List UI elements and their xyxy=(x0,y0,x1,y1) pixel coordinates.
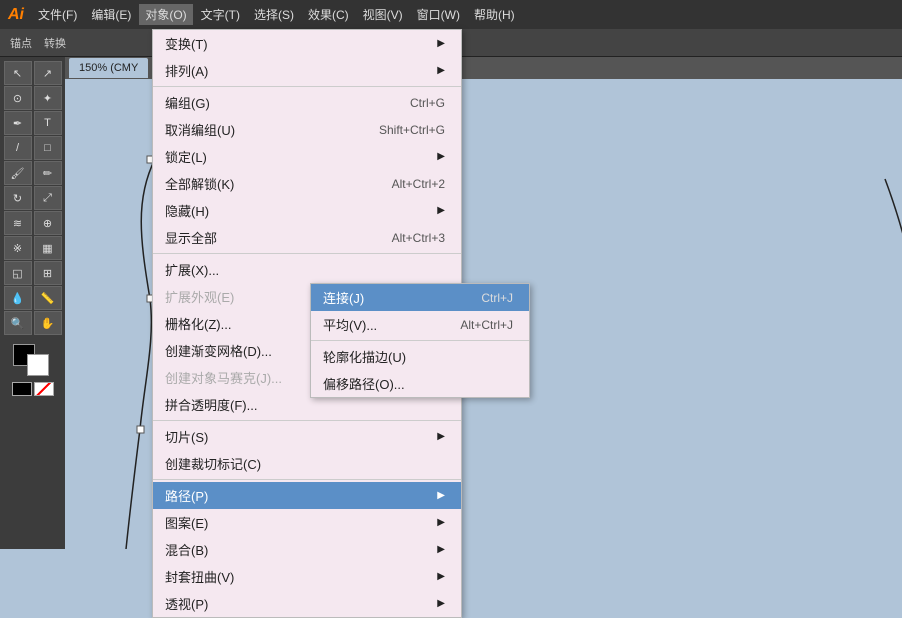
toolbar-transform: 转换 xyxy=(40,33,70,53)
arrow-icon: ▶ xyxy=(437,490,445,501)
tool-paintbrush[interactable]: 🖌 xyxy=(4,161,32,185)
menu-item-expand[interactable]: 扩展(X)... xyxy=(153,256,461,283)
arrow-icon: ▶ xyxy=(437,598,445,609)
menu-object[interactable]: 对象(O) xyxy=(139,4,192,25)
tool-rect[interactable]: □ xyxy=(34,136,62,160)
canvas-tab[interactable]: 150% (CMY xyxy=(69,58,148,78)
background-swatch[interactable] xyxy=(27,354,49,376)
arrow-icon: ▶ xyxy=(437,431,445,442)
title-bar: Ai 文件(F) 编辑(E) 对象(O) 文字(T) 选择(S) 效果(C) 视… xyxy=(0,0,902,29)
tool-blend[interactable]: ⊕ xyxy=(34,211,62,235)
tool-text[interactable]: T xyxy=(34,111,62,135)
menu-help[interactable]: 帮助(H) xyxy=(468,4,521,25)
menu-item-arrange[interactable]: 排列(A) ▶ xyxy=(153,57,461,84)
submenu-item-outline-stroke[interactable]: 轮廓化描边(U) xyxy=(311,343,529,370)
menu-item-envelope-distort[interactable]: 封套扭曲(V) ▶ xyxy=(153,563,461,590)
menu-file[interactable]: 文件(F) xyxy=(32,4,83,25)
tool-gradient[interactable]: ◱ xyxy=(4,261,32,285)
tool-hand[interactable]: ✋ xyxy=(34,311,62,335)
menu-edit[interactable]: 编辑(E) xyxy=(85,4,137,25)
tool-lasso[interactable]: ⊙ xyxy=(4,86,32,110)
arrow-icon: ▶ xyxy=(437,571,445,582)
menu-item-lock[interactable]: 锁定(L) ▶ xyxy=(153,143,461,170)
menu-view[interactable]: 视图(V) xyxy=(357,4,409,25)
menu-item-path[interactable]: 路径(P) ▶ xyxy=(153,482,461,509)
toolbar-anchor: 锚点 xyxy=(6,33,36,53)
arrow-icon: ▶ xyxy=(437,517,445,528)
menu-item-blend[interactable]: 混合(B) ▶ xyxy=(153,536,461,563)
divider-3 xyxy=(153,420,461,421)
arrow-icon: ▶ xyxy=(437,151,445,162)
arrow-icon: ▶ xyxy=(437,205,445,216)
menu-item-slice[interactable]: 切片(S) ▶ xyxy=(153,423,461,450)
submenu-item-join[interactable]: 连接(J) Ctrl+J xyxy=(311,284,529,311)
tool-warp[interactable]: ≋ xyxy=(4,211,32,235)
menu-item-unlock-all[interactable]: 全部解锁(K) Alt+Ctrl+2 xyxy=(153,170,461,197)
submenu-divider-1 xyxy=(311,340,529,341)
divider-2 xyxy=(153,253,461,254)
menu-text[interactable]: 文字(T) xyxy=(195,4,246,25)
tool-pen[interactable]: ✒ xyxy=(4,111,32,135)
tool-rotate[interactable]: ↻ xyxy=(4,186,32,210)
menu-item-hide[interactable]: 隐藏(H) ▶ xyxy=(153,197,461,224)
divider-4 xyxy=(153,479,461,480)
menu-item-transform[interactable]: 变换(T) ▶ xyxy=(153,30,461,57)
menu-effect[interactable]: 效果(C) xyxy=(302,4,355,25)
arrow-icon: ▶ xyxy=(437,38,445,49)
menu-item-pattern[interactable]: 图案(E) ▶ xyxy=(153,509,461,536)
menu-select[interactable]: 选择(S) xyxy=(248,4,300,25)
tool-pencil[interactable]: ✏ xyxy=(34,161,62,185)
tool-select[interactable]: ↖ xyxy=(4,61,32,85)
menu-bar: 文件(F) 编辑(E) 对象(O) 文字(T) 选择(S) 效果(C) 视图(V… xyxy=(32,4,521,25)
tool-column[interactable]: ▦ xyxy=(34,236,62,260)
fill-none-swatch[interactable] xyxy=(12,382,32,396)
stroke-none-swatch[interactable] xyxy=(34,382,54,396)
tool-magic-wand[interactable]: ✦ xyxy=(34,86,62,110)
menu-item-create-slice[interactable]: 创建裁切标记(C) xyxy=(153,450,461,477)
menu-item-group[interactable]: 编组(G) Ctrl+G xyxy=(153,89,461,116)
left-panel: ↖ ↗ ⊙ ✦ ✒ T / □ 🖌 ✏ ↻ ⤢ ≋ ⊕ ※ ▦ ◱ ⊞ 💧 📏 … xyxy=(0,57,65,549)
tool-eyedropper[interactable]: 💧 xyxy=(4,286,32,310)
menu-item-show-all[interactable]: 显示全部 Alt+Ctrl+3 xyxy=(153,224,461,251)
tool-scale[interactable]: ⤢ xyxy=(34,186,62,210)
arrow-icon: ▶ xyxy=(437,544,445,555)
menu-item-perspective[interactable]: 透视(P) ▶ xyxy=(153,590,461,617)
tool-direct-select[interactable]: ↗ xyxy=(34,61,62,85)
path-submenu[interactable]: 连接(J) Ctrl+J 平均(V)... Alt+Ctrl+J 轮廓化描边(U… xyxy=(310,283,530,398)
menu-item-ungroup[interactable]: 取消编组(U) Shift+Ctrl+G xyxy=(153,116,461,143)
divider-1 xyxy=(153,86,461,87)
submenu-item-offset-path[interactable]: 偏移路径(O)... xyxy=(311,370,529,397)
tool-symbol[interactable]: ※ xyxy=(4,236,32,260)
menu-window[interactable]: 窗口(W) xyxy=(411,4,466,25)
arrow-icon: ▶ xyxy=(437,65,445,76)
tool-measure[interactable]: 📏 xyxy=(34,286,62,310)
tool-mesh[interactable]: ⊞ xyxy=(34,261,62,285)
submenu-item-average[interactable]: 平均(V)... Alt+Ctrl+J xyxy=(311,311,529,338)
tool-line[interactable]: / xyxy=(4,136,32,160)
app-logo: Ai xyxy=(8,6,24,24)
tool-zoom[interactable]: 🔍 xyxy=(4,311,32,335)
